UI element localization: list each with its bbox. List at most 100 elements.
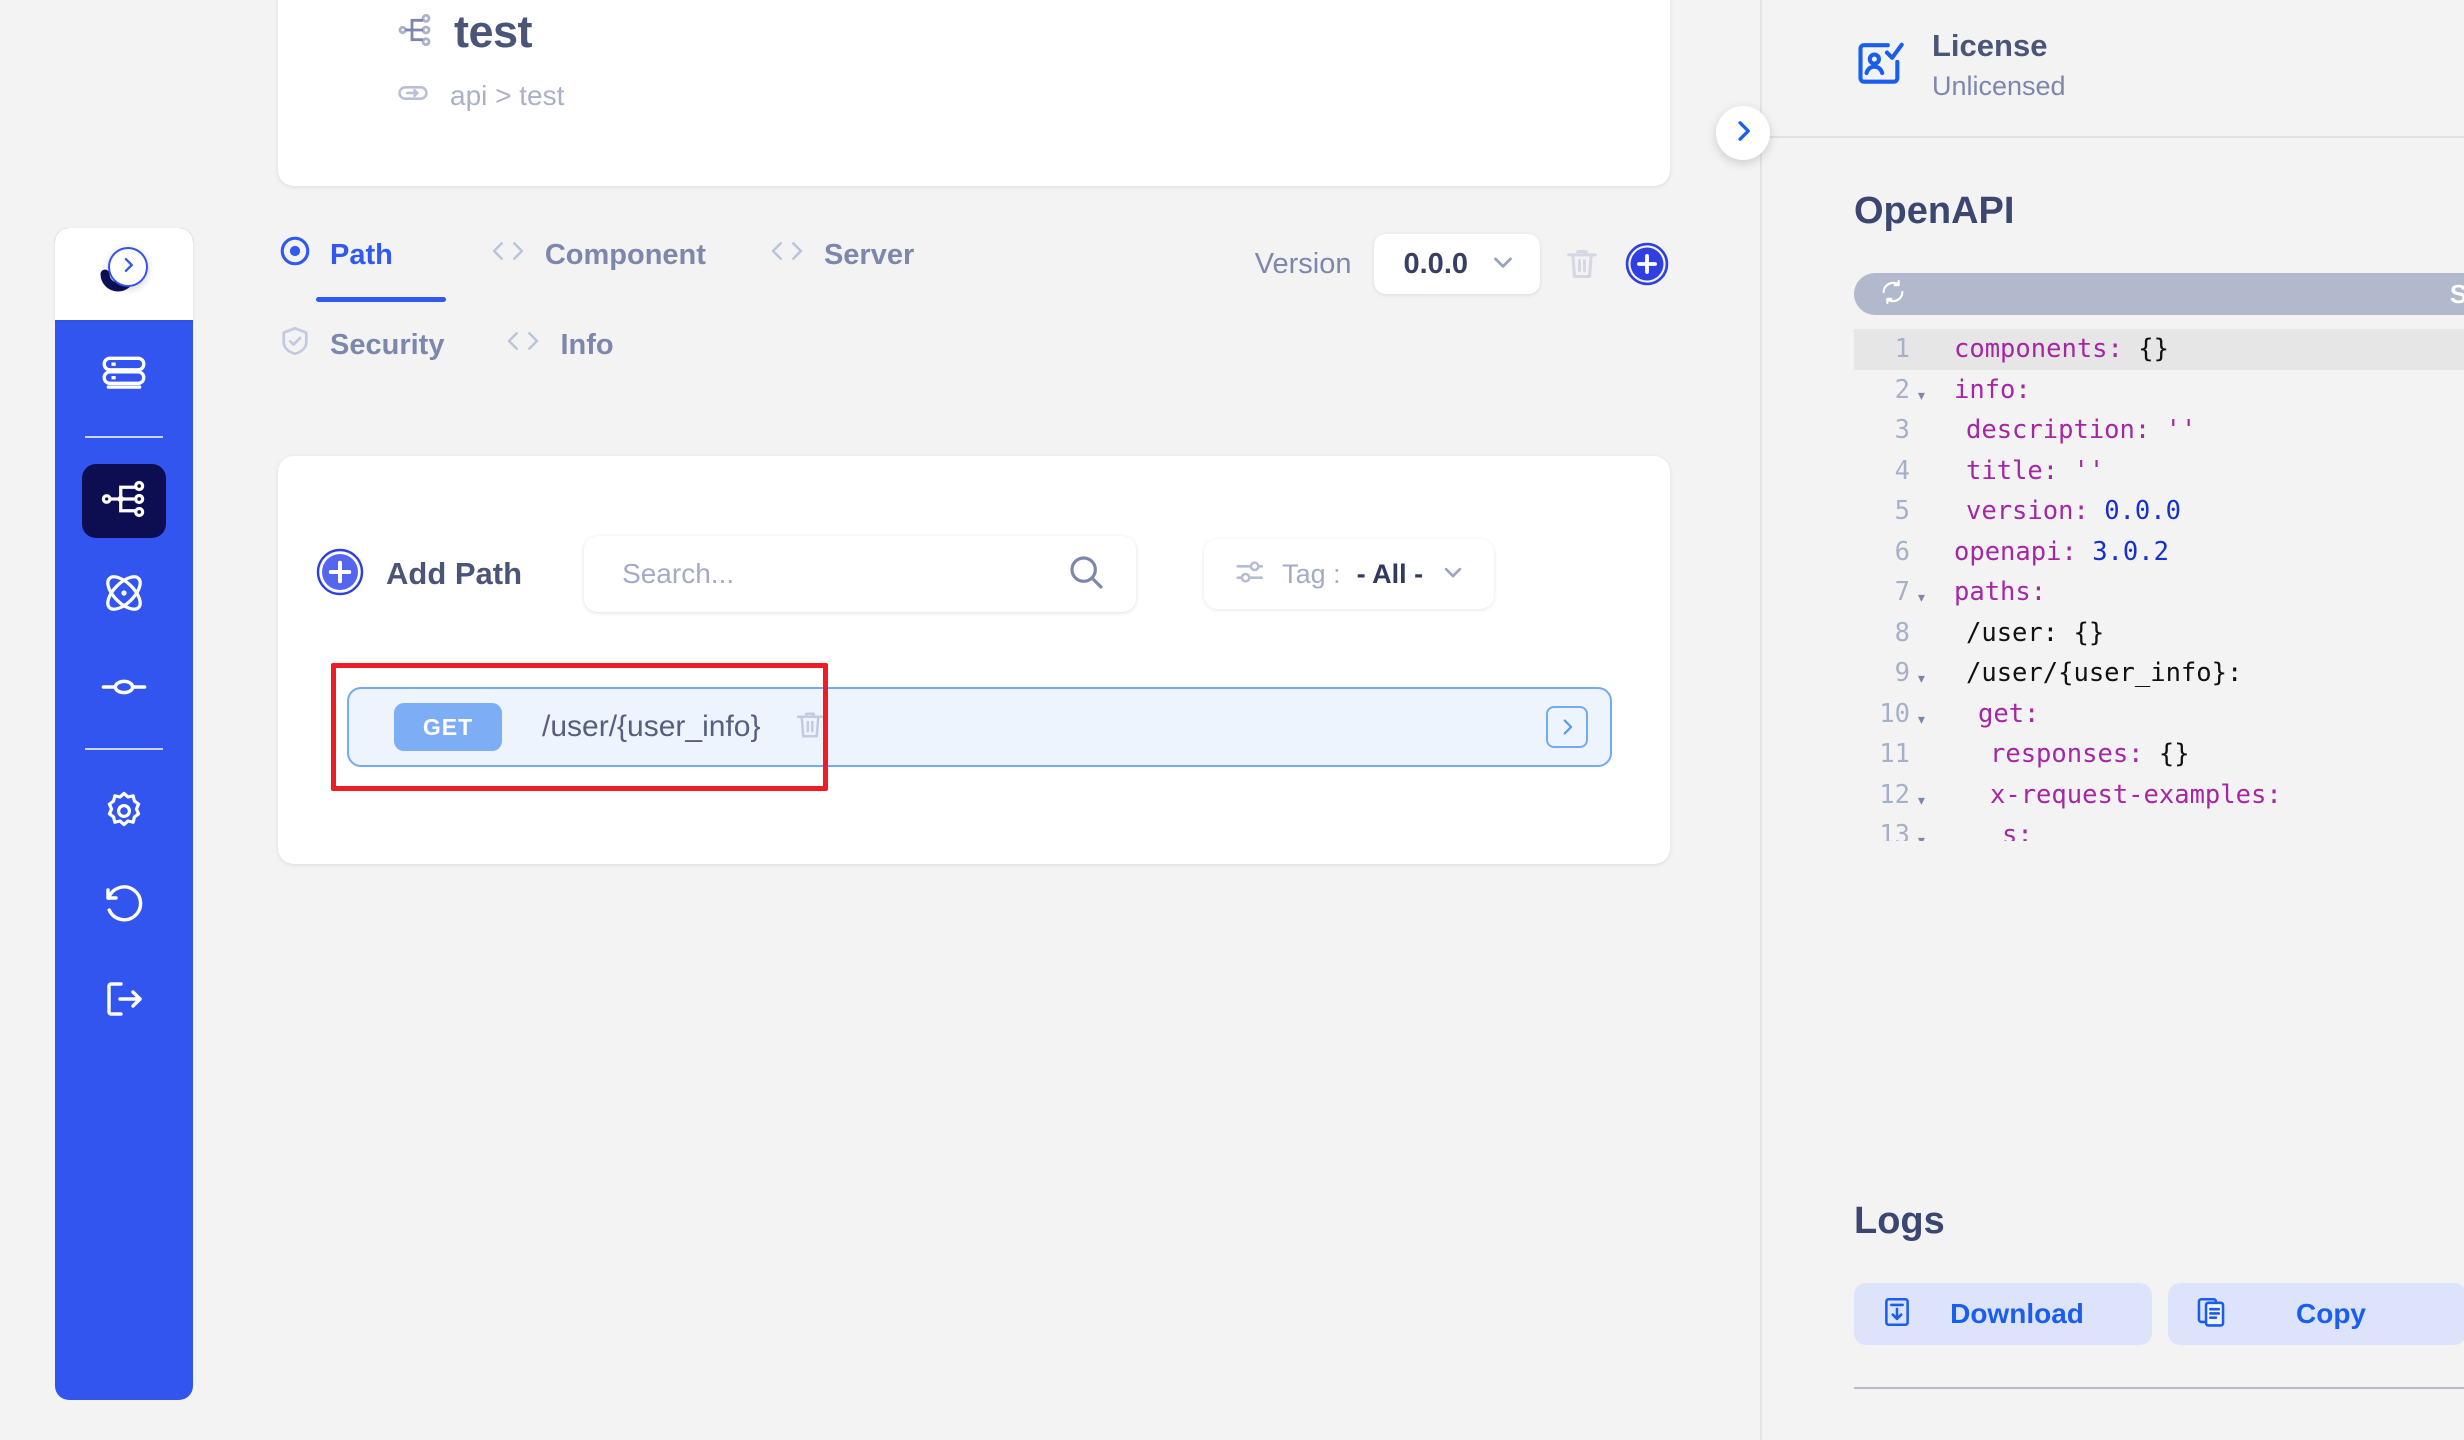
sidebar-nav	[55, 320, 193, 1038]
tag-filter-label: Tag :	[1282, 558, 1341, 589]
app-root: test api > test Path Component Server Ve…	[0, 0, 2464, 1440]
open-path-button[interactable]	[1546, 706, 1588, 748]
sidebar-item-history[interactable]	[82, 870, 166, 944]
code-text: s:	[2002, 820, 2033, 841]
method-badge-get[interactable]: GET	[394, 703, 502, 751]
code-line: 6 openapi: 3.0.2	[1854, 532, 2464, 573]
code-line: 2 ▾ info:	[1854, 370, 2464, 411]
sync-bar[interactable]: Sync	[1854, 273, 2464, 315]
sitemap-icon	[396, 10, 436, 55]
code-line: 10 ▾ get:	[1854, 694, 2464, 735]
sidebar-item-api-tree[interactable]	[82, 464, 166, 538]
line-number: 7	[1894, 577, 1910, 607]
code-text: /user/{user_info}:	[1966, 658, 2243, 688]
code-text: info:	[1954, 374, 2031, 405]
sidebar-expand-button[interactable]	[108, 247, 148, 287]
download-icon	[1880, 1295, 1914, 1334]
sidebar-item-endpoint[interactable]	[82, 652, 166, 726]
sitemap-icon	[98, 473, 150, 530]
tab-row-primary: Path Component Server Version 0.0.0	[278, 228, 1670, 302]
logs-divider	[1854, 1387, 2464, 1389]
license-text: License Unlicensed	[1932, 28, 2066, 102]
shield-check-icon	[278, 324, 312, 366]
code-brackets-icon	[504, 325, 542, 365]
code-text: openapi: 3.0.2	[1954, 536, 2169, 567]
search-input[interactable]	[622, 558, 1043, 590]
line-number: 13	[1879, 820, 1910, 841]
sync-label: Sync	[2449, 278, 2464, 309]
tag-filter-dropdown[interactable]: Tag : - All -	[1204, 539, 1495, 609]
tab-path[interactable]: Path	[278, 228, 446, 302]
sidebar-divider	[85, 748, 163, 750]
code-line: 5 version: 0.0.0	[1854, 491, 2464, 532]
right-panel-expand-button[interactable]	[1716, 106, 1770, 160]
node-link-icon	[98, 661, 150, 718]
tab-path-label: Path	[330, 238, 393, 271]
line-number: 12	[1879, 779, 1910, 810]
code-line: 3 description: ''	[1854, 410, 2464, 451]
left-sidebar	[55, 228, 193, 1400]
chevron-down-icon	[1488, 247, 1518, 282]
code-line: 1 components: {}	[1854, 329, 2464, 370]
code-text: components: {}	[1954, 334, 2169, 364]
logs-heading: Logs	[1854, 1200, 1945, 1242]
tab-row-secondary: Security Info	[278, 318, 1670, 372]
code-line: 8/user: {}	[1854, 613, 2464, 654]
openapi-heading: OpenAPI	[1854, 190, 2015, 232]
tab-server-label: Server	[823, 238, 915, 271]
code-line: 9 ▾/user/{user_info}:	[1854, 653, 2464, 694]
path-value: /user/{user_info}	[542, 710, 761, 743]
code-text: paths:	[1954, 577, 2047, 607]
path-toolbar: Add Path Search... Tag: - All -	[316, 536, 1636, 612]
table-row[interactable]: GET /user/{user_info}	[347, 687, 1612, 767]
sidebar-item-database[interactable]	[82, 340, 166, 414]
version-select[interactable]: 0.0.0	[1373, 234, 1540, 294]
tab-info[interactable]: Info	[504, 318, 614, 372]
tab-info-label: Info	[560, 328, 614, 361]
delete-path-button[interactable]	[792, 707, 828, 748]
gear-icon	[100, 787, 148, 840]
sidebar-item-atom[interactable]	[82, 558, 166, 632]
add-path-button[interactable]: Add Path	[316, 548, 522, 601]
search-icon[interactable]	[1066, 552, 1106, 597]
delete-version-button[interactable]	[1562, 244, 1602, 284]
tag-filter-value: - All -	[1356, 558, 1424, 589]
sidebar-item-logout[interactable]	[82, 964, 166, 1038]
chevron-right-icon	[118, 255, 138, 280]
tab-component[interactable]: Component	[489, 228, 706, 282]
page-title-row: test	[396, 6, 1670, 58]
path-list-panel: Add Path Search... Tag: - All -	[278, 456, 1670, 864]
line-number: 9	[1894, 658, 1910, 688]
code-line: 13 ▾ s:	[1854, 815, 2464, 841]
tab-server[interactable]: Server	[768, 228, 914, 282]
version-control: Version 0.0.0	[1255, 234, 1670, 294]
logs-section: Logs Download Copy	[1762, 1200, 2464, 1389]
code-line: 4 title: ''	[1854, 451, 2464, 492]
api-header-card: test api > test	[278, 0, 1670, 186]
tab-security[interactable]: Security	[278, 318, 444, 372]
sidebar-item-settings[interactable]	[82, 776, 166, 850]
code-line: 7 ▾ paths:	[1854, 572, 2464, 613]
line-number: 11	[1879, 739, 1910, 769]
code-line: 12 ▾ x-request-examples:	[1854, 775, 2464, 816]
atom-icon	[98, 567, 150, 624]
code-brackets-icon	[489, 235, 527, 275]
download-logs-button[interactable]: Download	[1854, 1283, 2152, 1345]
openapi-code-editor[interactable]: 1 components: {} 2 ▾ info: 3 description: '' 4 t…	[1854, 329, 2464, 841]
search-box[interactable]	[584, 536, 1137, 612]
breadcrumb: api > test	[396, 76, 1670, 115]
page-title: test	[454, 6, 533, 57]
add-version-button[interactable]	[1624, 241, 1670, 287]
refresh-icon[interactable]	[1878, 277, 1908, 312]
undo-icon	[100, 881, 148, 934]
fold-toggle-icon[interactable]: ▾	[1916, 815, 1942, 841]
copy-logs-button[interactable]: Copy	[2168, 1283, 2464, 1345]
code-text: responses: {}	[1990, 739, 2190, 769]
version-label: Version	[1254, 247, 1352, 280]
code-text: get:	[1978, 698, 2040, 729]
